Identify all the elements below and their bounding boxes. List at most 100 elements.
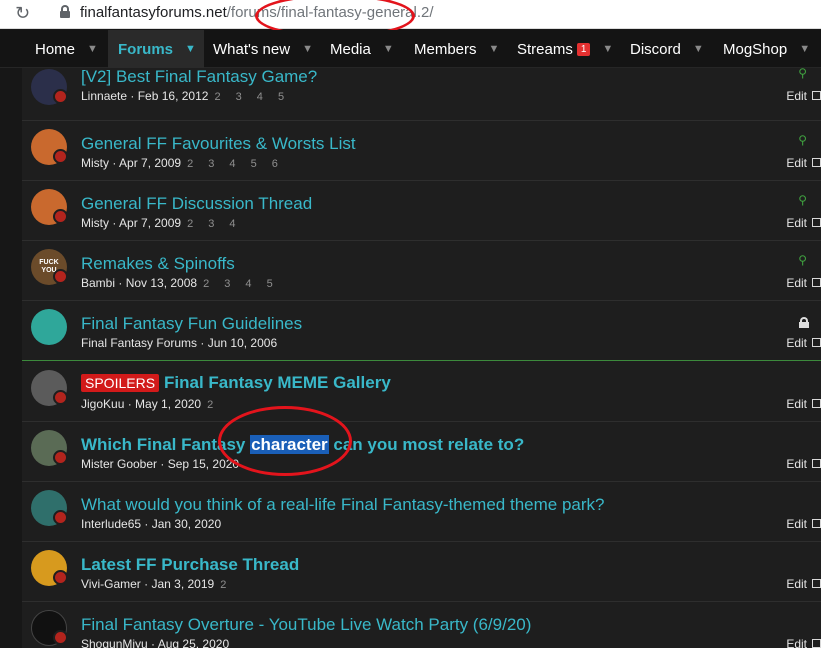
thread-meta: Misty · Apr 7, 2009 2 3 4 [81, 216, 242, 230]
pin-icon: ⚲ [798, 193, 807, 207]
thread-author[interactable]: JigoKuu [81, 397, 124, 411]
thread-date[interactable]: Jan 30, 2020 [152, 517, 221, 531]
select-checkbox[interactable] [812, 338, 821, 347]
thread-title[interactable]: SPOILERS Final Fantasy MEME Gallery [81, 373, 391, 393]
thread-row: [V2] Best Final Fantasy Game? Linnaete ·… [22, 68, 821, 121]
reload-icon[interactable]: ↻ [15, 3, 30, 24]
spoilers-prefix-badge[interactable]: SPOILERS [81, 374, 160, 392]
thread-row: Final Fantasy Fun Guidelines Final Fanta… [22, 301, 821, 361]
select-checkbox[interactable] [812, 639, 821, 648]
edit-link[interactable]: Edit [786, 156, 807, 170]
avatar[interactable] [31, 309, 67, 345]
user-badge-icon [53, 630, 68, 645]
thread-meta: Interlude65 · Jan 30, 2020 [81, 517, 222, 531]
select-checkbox[interactable] [812, 91, 821, 100]
thread-date[interactable]: Jun 10, 2006 [208, 336, 277, 350]
thread-date[interactable]: Feb 16, 2012 [138, 89, 209, 103]
edit-link[interactable]: Edit [786, 637, 807, 648]
thread-title[interactable]: Final Fantasy Fun Guidelines [81, 314, 302, 334]
thread-author[interactable]: Mister Goober [81, 457, 157, 471]
thread-title-text[interactable]: Which Final Fantasy [81, 435, 250, 454]
select-checkbox[interactable] [812, 158, 821, 167]
select-checkbox[interactable] [812, 218, 821, 227]
highlighted-search-term[interactable]: character [250, 435, 329, 454]
nav-item-mogshop[interactable]: MogShop ▼ [723, 30, 810, 68]
thread-title-text[interactable]: can you most relate to? [329, 435, 524, 454]
user-badge-icon [53, 89, 68, 104]
edit-link[interactable]: Edit [786, 397, 807, 411]
thread-title[interactable]: General FF Favourites & Worsts List [81, 134, 356, 154]
thread-author[interactable]: Interlude65 [81, 517, 141, 531]
thread-meta: ShogunMiyu · Aug 25, 2020 [81, 637, 229, 648]
thread-title[interactable]: What would you think of a real-life Fina… [81, 495, 604, 515]
select-checkbox[interactable] [812, 459, 821, 468]
thread-date[interactable]: May 1, 2020 [135, 397, 201, 411]
chevron-down-icon[interactable]: ▼ [693, 43, 704, 55]
thread-author[interactable]: Linnaete [81, 89, 127, 103]
thread-date[interactable]: Apr 7, 2009 [119, 156, 181, 170]
select-checkbox[interactable] [812, 399, 821, 408]
nav-item-forums[interactable]: Forums ▼ [108, 30, 204, 68]
chevron-down-icon[interactable]: ▼ [302, 43, 313, 55]
thread-meta: Mister Goober · Sep 15, 2020 [81, 457, 240, 471]
edit-link[interactable]: Edit [786, 216, 807, 230]
nav-item-home[interactable]: Home ▼ [35, 30, 98, 68]
nav-label: Streams [517, 40, 573, 58]
chevron-down-icon[interactable]: ▼ [383, 43, 394, 55]
nav-item-streams[interactable]: Streams 1 ▼ [517, 30, 613, 68]
chevron-down-icon[interactable]: ▼ [185, 43, 196, 55]
thread-author[interactable]: ShogunMiyu [81, 637, 148, 648]
url-text[interactable]: finalfantasyforums.net/forums/final-fant… [80, 4, 434, 21]
thread-title[interactable]: Latest FF Purchase Thread [81, 555, 299, 575]
chevron-down-icon[interactable]: ▼ [799, 43, 810, 55]
select-checkbox[interactable] [812, 579, 821, 588]
edit-link[interactable]: Edit [786, 336, 807, 350]
nav-item-members[interactable]: Members ▼ [414, 30, 499, 68]
thread-author[interactable]: Final Fantasy Forums [81, 336, 197, 350]
lock-icon[interactable] [60, 5, 70, 18]
thread-author[interactable]: Misty [81, 156, 109, 170]
select-checkbox[interactable] [812, 519, 821, 528]
thread-title-text[interactable]: Final Fantasy MEME Gallery [164, 373, 391, 392]
thread-title[interactable]: Which Final Fantasy character can you mo… [81, 435, 524, 455]
chevron-down-icon[interactable]: ▼ [489, 43, 500, 55]
thread-title[interactable]: Remakes & Spinoffs [81, 254, 235, 274]
thread-list: [V2] Best Final Fantasy Game? Linnaete ·… [22, 68, 821, 648]
nav-item-media[interactable]: Media ▼ [330, 30, 394, 68]
thread-author[interactable]: Bambi [81, 276, 115, 290]
pin-icon: ⚲ [798, 133, 807, 147]
chevron-down-icon[interactable]: ▼ [87, 43, 98, 55]
user-badge-icon [53, 209, 68, 224]
page-links[interactable]: 2 3 4 5 [214, 91, 290, 103]
nav-item-discord[interactable]: Discord ▼ [630, 30, 704, 68]
thread-row: Which Final Fantasy character can you mo… [22, 422, 821, 482]
user-badge-icon [53, 450, 68, 465]
edit-link[interactable]: Edit [786, 577, 807, 591]
edit-link[interactable]: Edit [786, 457, 807, 471]
thread-title[interactable]: General FF Discussion Thread [81, 194, 312, 214]
page-links[interactable]: 2 3 4 5 6 [187, 158, 284, 170]
select-checkbox[interactable] [812, 278, 821, 287]
thread-row: General FF Favourites & Worsts List Mist… [22, 121, 821, 181]
thread-date[interactable]: Apr 7, 2009 [119, 216, 181, 230]
chevron-down-icon[interactable]: ▼ [602, 43, 613, 55]
nav-label: Home [35, 40, 76, 58]
page-links[interactable]: 2 3 4 [187, 218, 241, 230]
url-path: /forums/final-fantasy-general.2/ [226, 4, 434, 21]
edit-link[interactable]: Edit [786, 89, 807, 103]
edit-link[interactable]: Edit [786, 276, 807, 290]
thread-date[interactable]: Jan 3, 2019 [151, 577, 214, 591]
nav-item-whats-new[interactable]: What's new ▼ [213, 30, 313, 68]
thread-author[interactable]: Misty [81, 216, 109, 230]
thread-date[interactable]: Nov 13, 2008 [126, 276, 197, 290]
thread-title[interactable]: Final Fantasy Overture - YouTube Live Wa… [81, 615, 531, 635]
thread-date[interactable]: Sep 15, 2020 [168, 457, 239, 471]
page-links[interactable]: 2 [220, 579, 232, 591]
page-links[interactable]: 2 [207, 399, 219, 411]
nav-label: What's new [213, 40, 291, 58]
thread-title[interactable]: [V2] Best Final Fantasy Game? [81, 68, 317, 87]
page-links[interactable]: 2 3 4 5 [203, 278, 279, 290]
thread-author[interactable]: Vivi-Gamer [81, 577, 141, 591]
edit-link[interactable]: Edit [786, 517, 807, 531]
thread-date[interactable]: Aug 25, 2020 [158, 637, 229, 648]
